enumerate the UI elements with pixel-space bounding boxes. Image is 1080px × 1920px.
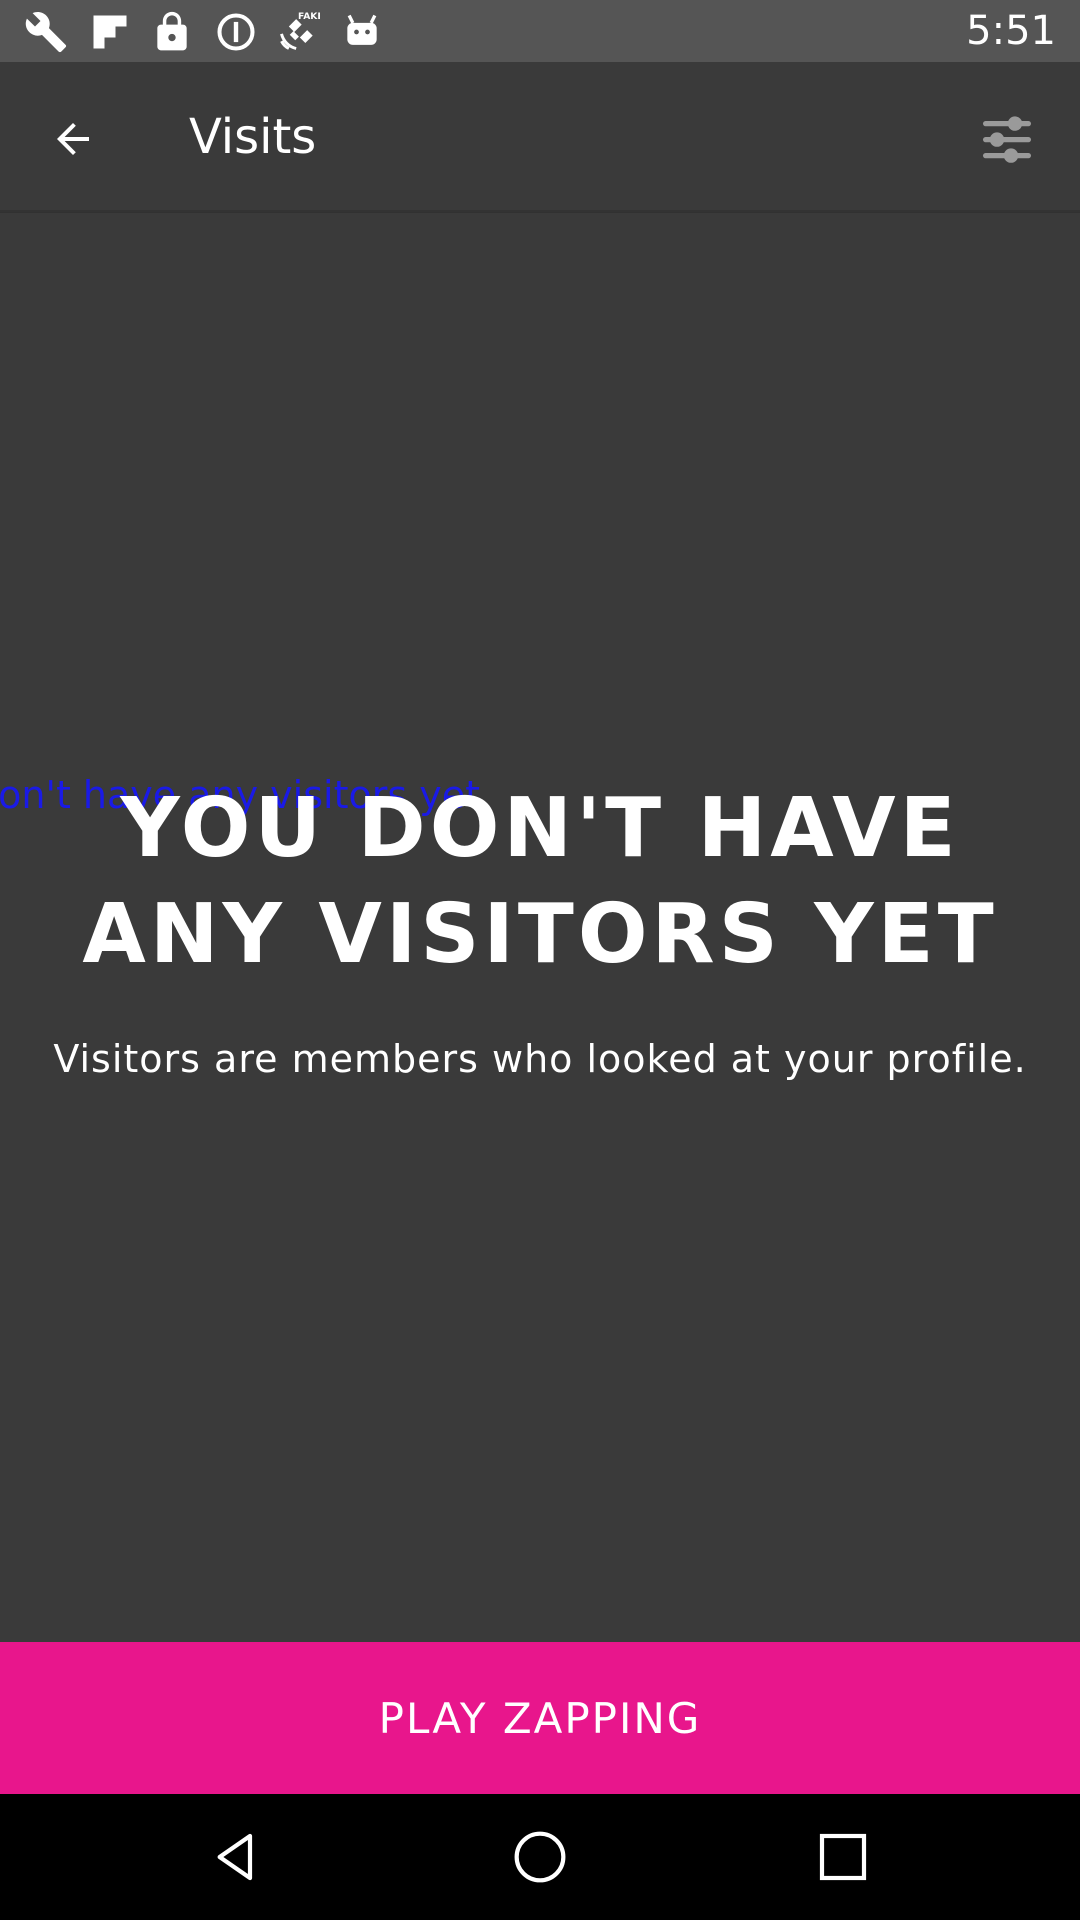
back-triangle-icon (217, 1833, 253, 1881)
nav-recents-button[interactable] (800, 1814, 886, 1900)
status-time: 5:51 (966, 8, 1056, 54)
empty-state-subtitle: Visitors are members who looked at your … (53, 1037, 1027, 1081)
sliders-icon (983, 116, 1031, 163)
lock-icon (157, 11, 187, 51)
android-icon (347, 14, 377, 45)
system-nav-bar (0, 1794, 1080, 1920)
info-circle-icon (217, 13, 255, 51)
back-button[interactable] (30, 96, 116, 182)
empty-state-headline: YOU DON'T HAVE ANY VISITORS YET (82, 781, 998, 982)
visits-screen: FAKE 5:51 Visits (0, 0, 1080, 1920)
page-title: Visits (189, 109, 317, 165)
flipboard-icon (93, 15, 127, 49)
nav-home-button[interactable] (497, 1814, 583, 1900)
status-bar: FAKE 5:51 (0, 0, 1080, 62)
fake-gps-icon: FAKE (280, 11, 320, 50)
recents-square-icon (819, 1833, 867, 1881)
nav-back-button[interactable] (193, 1814, 279, 1900)
arrow-back-icon (57, 123, 89, 155)
filter-button[interactable] (964, 96, 1050, 182)
wrench-icon (25, 12, 67, 53)
home-circle-icon (514, 1831, 566, 1883)
play-zapping-button[interactable]: PLAY ZAPPING (0, 1642, 1080, 1794)
app-bar: Visits (0, 62, 1080, 212)
svg-text:FAKE: FAKE (298, 11, 320, 22)
